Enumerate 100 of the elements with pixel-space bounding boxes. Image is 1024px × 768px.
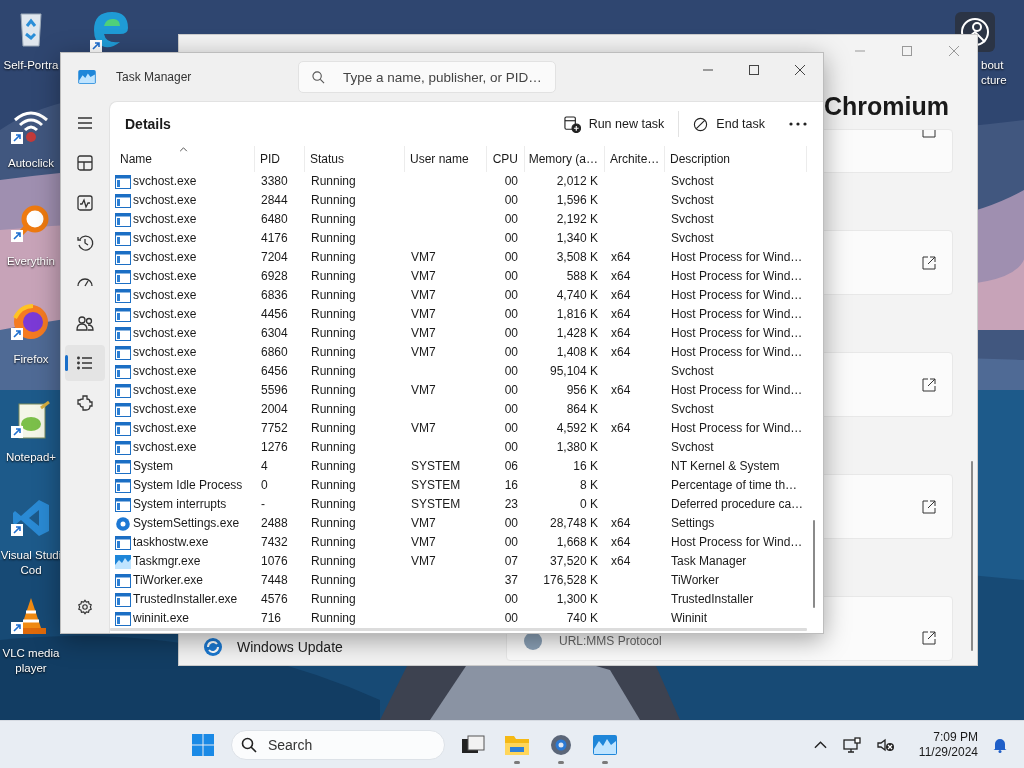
table-cell-text: Svchost [670,192,715,209]
column-header[interactable]: Description [665,146,807,172]
table-cell-text: Running [310,344,357,361]
bell-icon[interactable] [992,736,1008,753]
table-cell-text: 588 K [565,268,599,285]
window-icon [115,288,131,303]
clock-icon [76,234,94,252]
table-cell-text: VM7 [410,249,437,266]
table-cell-text: VM7 [410,420,437,437]
table-cell-text: VM7 [410,344,437,361]
table-cell-text: Settings [670,515,716,532]
table-cell-text: Host Process for Wind… [670,382,804,399]
table-cell-text: 00 [503,306,519,323]
table-cell-text: svchost.exe [133,401,197,418]
window-icon [115,193,131,208]
table-cell-text: 00 [503,439,519,456]
icon-label[interactable]: Firefox [13,352,49,367]
list-icon [76,354,94,372]
app-icon[interactable] [11,498,51,538]
table-cell-text: 5596 [260,382,289,399]
column-header[interactable]: Name [115,146,255,172]
icon-label[interactable]: bout [981,58,1004,73]
table-cell-text: svchost.exe [133,439,197,456]
card-text: URL:MMS Protocol [559,634,662,648]
table-cell-text: svchost.exe [133,287,197,304]
icon-label[interactable]: Notepad+ [5,450,57,465]
table-cell-text: 4,740 K [555,287,599,304]
grid-icon [76,154,94,172]
window-icon [115,364,131,379]
table-cell-text: - [260,496,266,513]
table-cell-text: 864 K [565,401,599,418]
table-cell-text: 1,668 K [555,534,599,551]
icon-label[interactable]: VLC media [2,646,60,661]
table-cell-text: Svchost [670,363,715,380]
pulse-icon [76,194,94,212]
magnifier-icon[interactable] [11,204,51,244]
icon-label[interactable]: player [15,661,47,676]
speaker-muted-icon[interactable] [876,736,895,753]
column-header[interactable]: User name [405,146,487,172]
table-cell-text: 176,528 K [542,572,599,589]
gear-icon [115,516,131,531]
table-cell-text: 7432 [260,534,289,551]
table-cell-text: 8 K [579,477,599,494]
table-cell-text: Svchost [670,439,715,456]
column-header[interactable]: CPU [487,146,525,172]
table-cell-text: x64 [610,306,632,323]
monitor-icon[interactable] [842,736,861,753]
table-cell-text: Running [310,572,357,589]
close-icon [794,64,806,76]
scrollbar[interactable] [813,520,815,608]
table-cell-text: Host Process for Wind… [670,534,804,551]
table-cell-text: 00 [503,230,519,247]
column-header[interactable]: Memory (a… [525,146,605,172]
icon-label[interactable]: Autoclick [8,156,54,171]
table-cell-text: Svchost [670,173,715,190]
table-cell-text: 00 [503,420,519,437]
clock-date[interactable]: 11/29/2024 [918,744,978,760]
external-link-icon[interactable] [922,499,936,514]
scrollbar[interactable] [971,461,973,651]
table-cell-text: Running [310,553,357,570]
table-cell-text: 1,596 K [555,192,599,209]
external-link-icon[interactable] [922,255,936,270]
app-icon[interactable] [11,302,51,342]
icon-label[interactable]: cture [981,73,1007,88]
icon-label[interactable]: Cod [20,563,42,578]
external-link-icon[interactable] [922,631,936,645]
page-heading: Chromium [824,91,949,122]
globe-icon [523,631,543,651]
table-cell-text: 00 [503,268,519,285]
icon-label[interactable]: Self-Portra [3,58,59,73]
table-cell-text: System [133,458,173,475]
table-cell-text: Host Process for Wind… [670,306,804,323]
table-cell-text: 00 [503,192,519,209]
table-cell-text: 00 [503,344,519,361]
details-tab[interactable] [65,345,105,381]
run-new-task-button[interactable]: Run new task [553,108,675,140]
table-cell-text: NT Kernel & System [670,458,781,475]
external-link-icon[interactable] [922,377,936,392]
search-icon [312,71,325,84]
search-field[interactable]: Type a name, publisher, or PID… [298,61,556,93]
table-cell-text: 00 [503,591,519,608]
chevron-up-icon[interactable] [813,740,827,749]
maximize-icon [900,45,913,57]
column-header[interactable]: Archite… [605,146,665,172]
table-cell-text: x64 [610,382,632,399]
table-cell-text: 4,592 K [555,420,599,437]
chart-icon [115,554,131,569]
table-cell-text: x64 [610,515,632,532]
end-task-button[interactable]: End task [683,108,775,140]
table-cell-text: TrustedInstaller.exe [133,591,238,608]
notepad-icon[interactable] [11,400,51,440]
search-field[interactable]: Search [230,729,445,760]
table-cell-text: svchost.exe [133,230,197,247]
clock-time[interactable]: 7:09 PM [933,729,978,745]
table-cell-text: 00 [503,515,519,532]
nav-item[interactable]: Windows Update [193,635,506,659]
scrollbar[interactable] [110,628,807,631]
table-cell-text: System Idle Process [133,477,243,494]
column-header[interactable]: Status [305,146,405,172]
column-header[interactable]: PID [255,146,305,172]
